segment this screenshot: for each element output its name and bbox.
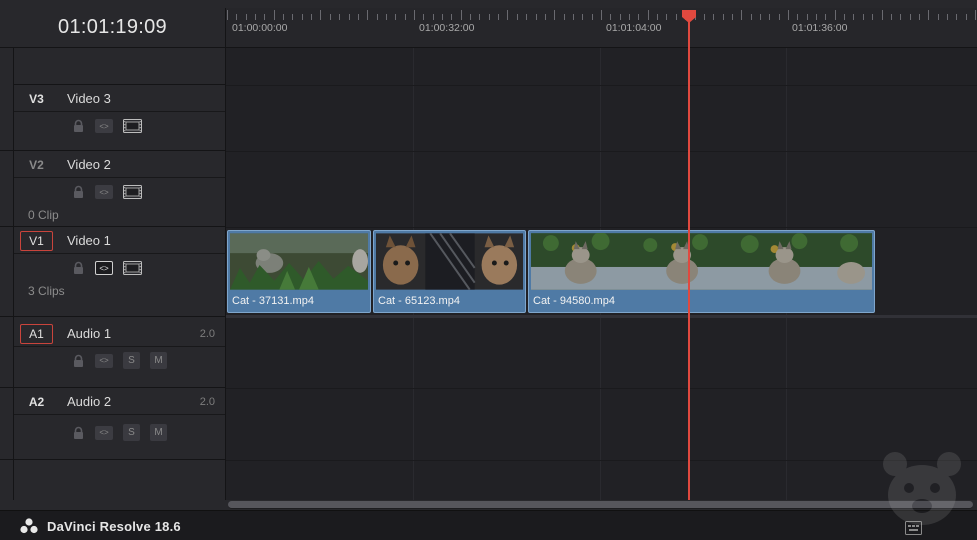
- track-separator: [226, 388, 977, 389]
- track-name-v3[interactable]: Video 3: [67, 91, 111, 106]
- timeline-clip-3[interactable]: Cat - 94580.mp4: [528, 230, 875, 313]
- clip-count-v1: 3 Clips: [28, 284, 65, 298]
- lock-icon[interactable]: [72, 261, 85, 275]
- clip-label: Cat - 94580.mp4: [533, 295, 615, 307]
- track-header-v2: V2 Video 2 <> 0 Clip: [0, 151, 225, 227]
- track-header-panel: 01:01:19:09 V3 Video 3 <> V2 Video 2 <> …: [0, 8, 226, 500]
- mute-button-a2[interactable]: M: [150, 424, 167, 441]
- track-controls-a2: <> S M: [72, 424, 167, 441]
- timeline-clip-2[interactable]: Cat - 65123.mp4: [373, 230, 526, 313]
- app-name: DaVinci Resolve 18.6: [47, 518, 181, 534]
- track-separator: [226, 151, 977, 152]
- bear-watermark-icon: [883, 452, 961, 525]
- timeline-clip-1[interactable]: Cat - 37131.mp4: [227, 230, 371, 313]
- track-id-a1[interactable]: A1: [20, 324, 53, 344]
- clip-thumbnail: [376, 233, 523, 290]
- playhead-line[interactable]: [688, 12, 690, 500]
- top-strip: [0, 0, 977, 8]
- lock-icon[interactable]: [72, 354, 85, 368]
- ruler-label: 01:00:00:00: [232, 22, 288, 34]
- track-separator: [226, 85, 977, 86]
- auto-select-icon[interactable]: <>: [95, 185, 113, 199]
- timeline-area[interactable]: 01:00:00:00 01:00:32:00 01:01:04:00 01:0…: [226, 8, 977, 500]
- timecode-display[interactable]: 01:01:19:09: [0, 8, 225, 48]
- clip-thumbnail: [230, 233, 368, 290]
- lock-icon[interactable]: [72, 185, 85, 199]
- lock-icon[interactable]: [72, 119, 85, 133]
- auto-select-icon[interactable]: <>: [95, 119, 113, 133]
- ruler-label: 01:01:36:00: [792, 22, 848, 34]
- track-id-v2[interactable]: V2: [20, 155, 53, 175]
- track-header-a2: A2 Audio 2 2.0 <> S M: [0, 388, 225, 460]
- davinci-resolve-window: 01:01:19:09 V3 Video 3 <> V2 Video 2 <> …: [0, 0, 977, 540]
- track-separator: [226, 460, 977, 461]
- track-controls-a1: <> S M: [72, 352, 167, 369]
- ruler-label: 01:01:04:00: [606, 22, 662, 34]
- track-id-a2[interactable]: A2: [20, 392, 53, 412]
- solo-button-a2[interactable]: S: [123, 424, 140, 441]
- ruler-label: 01:00:32:00: [419, 22, 475, 34]
- clip-thumbnail-strip: [531, 233, 872, 290]
- horizontal-scrollbar: [0, 500, 977, 510]
- track-separator: [226, 227, 977, 228]
- auto-select-icon[interactable]: <>: [95, 261, 113, 275]
- status-bar: DaVinci Resolve 18.6: [0, 510, 977, 540]
- auto-select-icon[interactable]: <>: [95, 353, 113, 368]
- track-header-a1: A1 Audio 1 2.0 <> S M: [0, 320, 225, 388]
- video-toggle-icon[interactable]: [123, 185, 142, 199]
- clip-thumbnail-strip: [230, 233, 368, 290]
- channel-format-a1: 2.0: [199, 328, 215, 340]
- track-name-a1[interactable]: Audio 1: [67, 326, 111, 341]
- ruler-ticks: [227, 10, 976, 20]
- track-controls-v2: <>: [72, 185, 142, 199]
- auto-select-icon[interactable]: <>: [95, 425, 113, 440]
- video-toggle-icon[interactable]: [123, 261, 142, 275]
- video-toggle-icon[interactable]: [123, 119, 142, 133]
- timecode-ruler[interactable]: 01:00:00:00 01:00:32:00 01:01:04:00 01:0…: [226, 8, 977, 48]
- track-controls-v1: <>: [72, 261, 142, 275]
- clip-label: Cat - 65123.mp4: [378, 295, 460, 307]
- track-name-a2[interactable]: Audio 2: [67, 394, 111, 409]
- clip-label: Cat - 37131.mp4: [232, 295, 314, 307]
- track-controls-v3: <>: [72, 119, 142, 133]
- clip-thumbnail-strip: [376, 233, 523, 290]
- track-name-v1[interactable]: Video 1: [67, 233, 111, 248]
- mute-button-a1[interactable]: M: [150, 352, 167, 369]
- playhead-handle-icon[interactable]: [681, 10, 697, 23]
- davinci-resolve-logo-icon: [20, 518, 38, 534]
- empty-header-space: [14, 48, 225, 85]
- lock-icon[interactable]: [72, 426, 85, 440]
- audio-video-divider[interactable]: [226, 315, 977, 318]
- track-name-v2[interactable]: Video 2: [67, 157, 111, 172]
- app-brand: DaVinci Resolve 18.6: [20, 518, 181, 534]
- clip-count-v2: 0 Clip: [28, 208, 59, 222]
- solo-button-a1[interactable]: S: [123, 352, 140, 369]
- track-id-v3[interactable]: V3: [20, 89, 53, 109]
- track-header-v3: V3 Video 3 <>: [0, 85, 225, 151]
- track-header-v1: V1 Video 1 <> 3 Clips: [0, 227, 225, 317]
- scrollbar-thumb[interactable]: [228, 501, 973, 508]
- clip-thumbnail: [531, 233, 872, 290]
- channel-format-a2: 2.0: [199, 396, 215, 408]
- track-id-v1[interactable]: V1: [20, 231, 53, 251]
